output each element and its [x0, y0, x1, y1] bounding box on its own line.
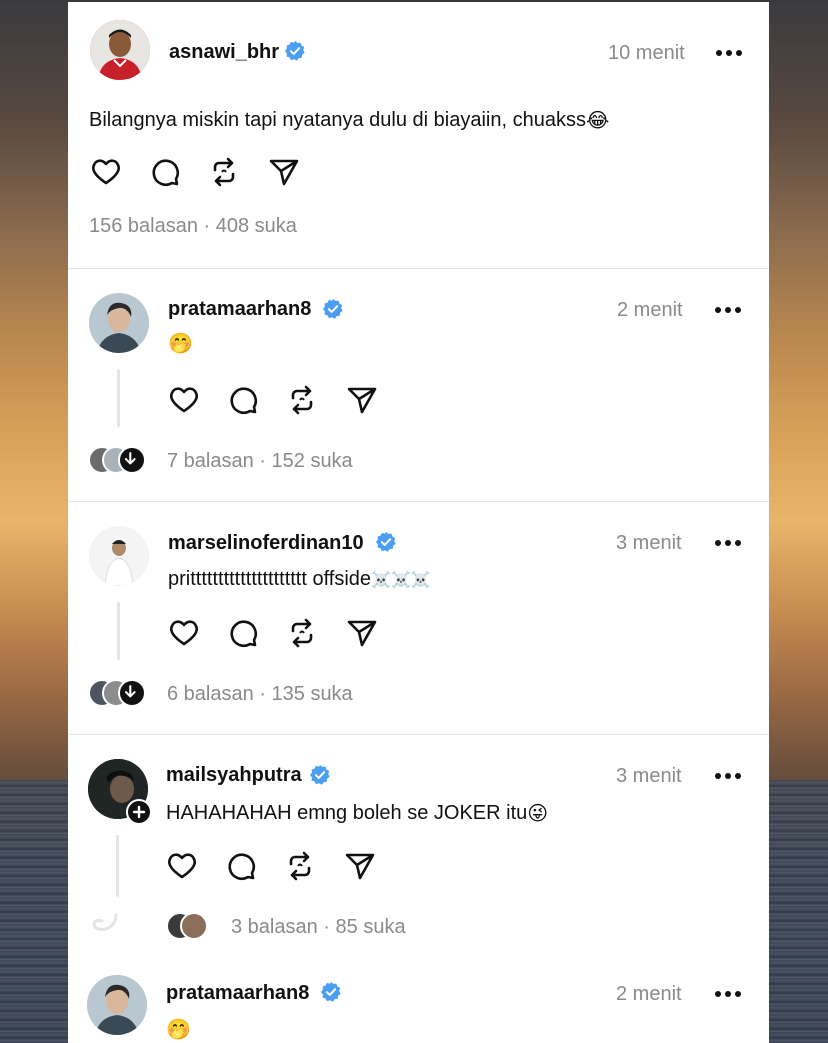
post-text: 🤭 [168, 333, 193, 355]
more-icon[interactable] [716, 49, 744, 57]
thread-curve-icon [92, 913, 118, 931]
arrow-down-icon [118, 446, 146, 474]
thread-line [117, 369, 120, 427]
reply-marselinoferdinan10: marselinoferdinan10 3 menit prittttttttt… [68, 502, 769, 734]
verified-badge-icon [309, 764, 330, 785]
send-icon[interactable] [345, 616, 379, 650]
avatar[interactable] [90, 20, 150, 80]
timestamp: 2 menit [617, 299, 683, 321]
reply-pratamaarhan8-2: pratamaarhan8 2 menit 🤭 [68, 967, 769, 1043]
plus-icon[interactable] [126, 799, 152, 825]
username[interactable]: pratamaarhan8 [166, 982, 309, 1005]
heart-icon[interactable] [167, 616, 201, 650]
verified-badge-icon [284, 40, 305, 61]
comment-icon[interactable] [226, 616, 260, 650]
verified-badge-icon [320, 981, 341, 1002]
arrow-down-icon [118, 679, 146, 707]
post-text: 🤭 [166, 1019, 191, 1041]
verified-badge-icon [375, 531, 396, 552]
comment-icon[interactable] [224, 849, 258, 883]
mini-avatar [180, 912, 208, 940]
heart-icon[interactable] [89, 155, 123, 189]
username[interactable]: mailsyahputra [166, 764, 302, 787]
avatar[interactable] [89, 293, 149, 353]
more-icon[interactable] [715, 539, 743, 547]
reply-mailsyahputra: mailsyahputra 3 menit HAHAHAHAH emng bol… [68, 735, 769, 967]
post-stats[interactable]: 6 balasan · 135 suka [167, 683, 353, 706]
send-icon[interactable] [345, 383, 379, 417]
thread-line [117, 602, 120, 660]
more-icon[interactable] [715, 306, 743, 314]
send-icon[interactable] [267, 155, 301, 189]
post-text: Bilangnya miskin tapi nyatanya dulu di b… [89, 108, 610, 132]
heart-icon[interactable] [167, 383, 201, 417]
post-stats[interactable]: 156 balasan · 408 suka [89, 215, 297, 238]
heart-icon[interactable] [165, 849, 199, 883]
comment-icon[interactable] [226, 383, 260, 417]
reply-avatars[interactable] [88, 446, 152, 476]
timestamp: 3 menit [616, 765, 682, 787]
more-icon[interactable] [715, 772, 743, 780]
timestamp: 10 menit [608, 42, 685, 64]
threads-feed: asnawi_bhr 10 menit Bilangnya miskin tap… [68, 2, 769, 1043]
timestamp: 2 menit [616, 983, 682, 1005]
username[interactable]: marselinoferdinan10 [168, 532, 364, 555]
repost-icon[interactable] [285, 616, 319, 650]
username[interactable]: pratamaarhan8 [168, 298, 311, 321]
post-asnawi: asnawi_bhr 10 menit Bilangnya miskin tap… [68, 2, 769, 268]
avatar[interactable] [87, 975, 147, 1035]
more-icon[interactable] [715, 990, 743, 998]
reply-pratamaarhan8: pratamaarhan8 2 menit 🤭 7 balasan · 152 … [68, 269, 769, 502]
send-icon[interactable] [343, 849, 377, 883]
post-text: prittttttttttttttttttttt offside☠️☠️☠️ [168, 568, 431, 590]
repost-icon[interactable] [207, 155, 241, 189]
reply-avatars[interactable] [88, 679, 152, 709]
post-stats[interactable]: 3 balasan · 85 suka [231, 916, 406, 939]
post-stats[interactable]: 7 balasan · 152 suka [167, 450, 353, 473]
reply-avatars[interactable] [166, 912, 230, 942]
timestamp: 3 menit [616, 532, 682, 554]
comment-icon[interactable] [148, 155, 182, 189]
verified-badge-icon [322, 298, 343, 319]
post-text: HAHAHAHAH emng boleh se JOKER itu😜 [166, 801, 549, 825]
thread-line [116, 835, 119, 897]
repost-icon[interactable] [283, 849, 317, 883]
repost-icon[interactable] [285, 383, 319, 417]
avatar[interactable] [89, 526, 149, 586]
username[interactable]: asnawi_bhr [169, 41, 279, 64]
